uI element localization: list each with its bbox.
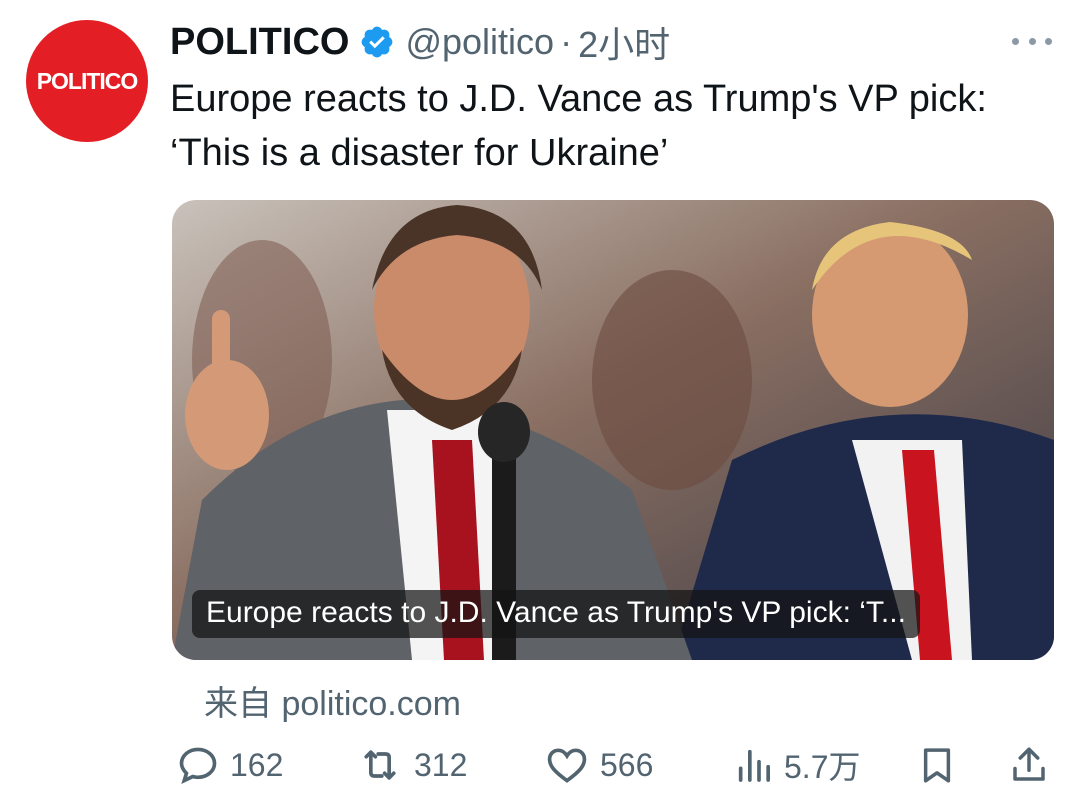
more-options-icon[interactable] [1012, 26, 1052, 56]
reply-button[interactable]: 162 [176, 738, 283, 792]
tweet-text-line-1: Europe reacts to J.D. Vance as Trump's V… [170, 78, 987, 120]
author-handle[interactable]: @politico [405, 21, 554, 63]
heart-icon [547, 748, 587, 783]
bookmark-icon [923, 748, 951, 783]
action-bar: 162 312 566 5.7万 [172, 738, 1052, 792]
bookmark-button[interactable] [916, 738, 958, 792]
timestamp[interactable]: 2小时 [578, 16, 670, 68]
views-button[interactable]: 5.7万 [734, 738, 861, 792]
views-icon [738, 749, 770, 782]
author-name[interactable]: POLITICO [170, 21, 349, 64]
card-caption: Europe reacts to J.D. Vance as Trump's V… [192, 590, 920, 638]
retweet-icon [364, 750, 396, 780]
link-card[interactable]: Europe reacts to J.D. Vance as Trump's V… [172, 200, 1054, 660]
avatar[interactable]: POLITICO [26, 20, 148, 142]
verified-badge-icon [359, 24, 395, 60]
share-icon [1013, 747, 1045, 781]
tweet-text-line-2: ‘This is a disaster for Ukraine’ [170, 132, 669, 174]
separator-dot: · [560, 21, 573, 62]
like-button[interactable]: 566 [544, 738, 653, 792]
share-button[interactable] [1008, 738, 1050, 792]
reply-count: 162 [230, 746, 284, 783]
tweet-header: POLITICO @politico · 2小时 [170, 14, 670, 70]
tweet-text: Europe reacts to J.D. Vance as Trump's V… [170, 72, 1060, 180]
views-count: 5.7万 [784, 749, 861, 785]
avatar-logo-text: POLITICO [36, 67, 139, 94]
retweet-count: 312 [414, 746, 468, 783]
card-source-link[interactable]: 来自 politico.com [204, 676, 461, 725]
reply-icon [179, 747, 217, 785]
like-count: 566 [600, 746, 654, 783]
retweet-button[interactable]: 312 [356, 738, 467, 792]
